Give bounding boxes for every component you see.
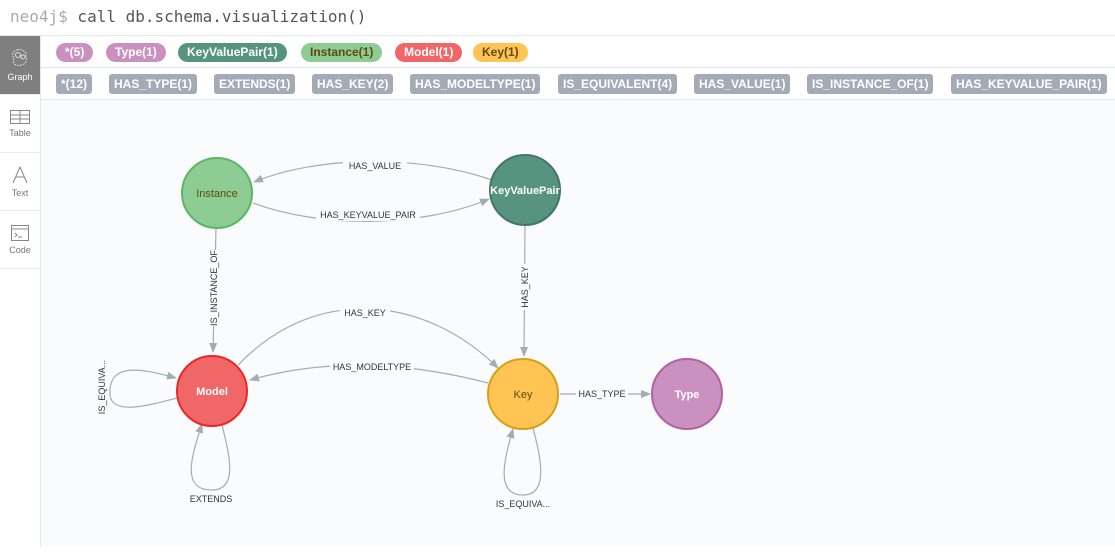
node-model[interactable]: Model — [176, 355, 248, 427]
label-pill-key[interactable]: Key(1) — [473, 43, 528, 62]
relationship-type-legend: *(12) HAS_TYPE(1) EXTENDS(1) HAS_KEY(2) … — [41, 68, 1115, 100]
sidebar-item-table[interactable]: Table — [0, 95, 40, 153]
node-type[interactable]: Type — [651, 358, 723, 430]
reltype-tag-has-value[interactable]: HAS_VALUE(1) — [694, 74, 791, 94]
rel-label: IS_INSTANCE_OF — [209, 250, 219, 326]
label-pill-all[interactable]: *(5) — [56, 43, 94, 62]
rel-label: HAS_KEY — [520, 266, 530, 308]
reltype-tag-extends[interactable]: EXTENDS(1) — [214, 74, 296, 94]
table-icon — [10, 109, 30, 124]
node-keyvaluepair[interactable]: KeyValuePair — [489, 154, 561, 226]
rel-label: IS_EQUIVA... — [97, 360, 107, 414]
sidebar-item-text[interactable]: Text — [0, 153, 40, 211]
label-pill-instance[interactable]: Instance(1) — [301, 43, 383, 62]
command-text: neo4j$ call db.schema.visualization() — [10, 7, 366, 26]
label-pill-keyvaluepair[interactable]: KeyValuePair(1) — [178, 43, 287, 62]
node-label: Key — [514, 389, 533, 401]
sidebar-item-label: Table — [9, 127, 31, 138]
node-label-legend: *(5) Type(1) KeyValuePair(1) Instance(1)… — [41, 36, 1115, 68]
view-sidebar: Graph Table Text Code — [0, 36, 41, 547]
graph-icon — [12, 49, 27, 66]
sidebar-item-label: Code — [9, 244, 31, 255]
rel-label: EXTENDS — [190, 494, 233, 504]
reltype-tag-has-modeltype[interactable]: HAS_MODELTYPE(1) — [410, 74, 541, 94]
rel-is-equivalent-model[interactable] — [109, 369, 178, 408]
reltype-tag-all[interactable]: *(12) — [56, 74, 93, 94]
sidebar-item-label: Graph — [7, 72, 33, 82]
node-label: Type — [675, 389, 700, 401]
rel-label: HAS_KEYVALUE_PAIR — [320, 210, 416, 220]
sidebar-item-code[interactable]: Code — [0, 211, 40, 269]
label-pill-model[interactable]: Model(1) — [395, 43, 463, 62]
rel-extends[interactable] — [190, 423, 231, 491]
node-label: Instance — [196, 188, 238, 200]
reltype-tag-is-instance-of[interactable]: IS_INSTANCE_OF(1) — [807, 74, 934, 94]
rel-label: HAS_VALUE — [349, 161, 401, 171]
reltype-tag-has-keyvalue-pair[interactable]: HAS_KEYVALUE_PAIR(1) — [951, 74, 1107, 94]
text-icon — [12, 165, 28, 183]
node-label: Model — [196, 386, 228, 398]
rel-label: HAS_MODELTYPE — [333, 362, 411, 372]
prompt: neo4j$ — [10, 7, 68, 26]
sidebar-item-graph[interactable]: Graph — [0, 36, 40, 95]
node-label: KeyValuePair — [490, 185, 560, 197]
rel-label: IS_EQUIVA... — [496, 499, 550, 509]
rel-label: HAS_TYPE — [578, 389, 625, 399]
code-icon — [11, 224, 29, 241]
rel-label: HAS_KEY — [344, 308, 386, 318]
graph-canvas[interactable]: HAS_VALUE HAS_KEYVALUE_PAIR IS_INSTANCE_… — [41, 100, 1115, 547]
label-pill-type[interactable]: Type(1) — [106, 43, 166, 62]
reltype-tag-is-equivalent[interactable]: IS_EQUIVALENT(4) — [558, 74, 678, 94]
rel-is-equivalent-key[interactable] — [503, 427, 542, 496]
sidebar-item-label: Text — [11, 187, 29, 198]
query: call db.schema.visualization() — [67, 7, 367, 26]
node-instance[interactable]: Instance — [181, 157, 253, 229]
reltype-tag-has-key[interactable]: HAS_KEY(2) — [312, 74, 394, 94]
reltype-tag-has-type[interactable]: HAS_TYPE(1) — [109, 74, 198, 94]
node-key[interactable]: Key — [487, 358, 559, 430]
command-bar[interactable]: neo4j$ call db.schema.visualization() — [0, 0, 1115, 36]
graph-svg[interactable]: HAS_VALUE HAS_KEYVALUE_PAIR IS_INSTANCE_… — [41, 100, 1115, 547]
